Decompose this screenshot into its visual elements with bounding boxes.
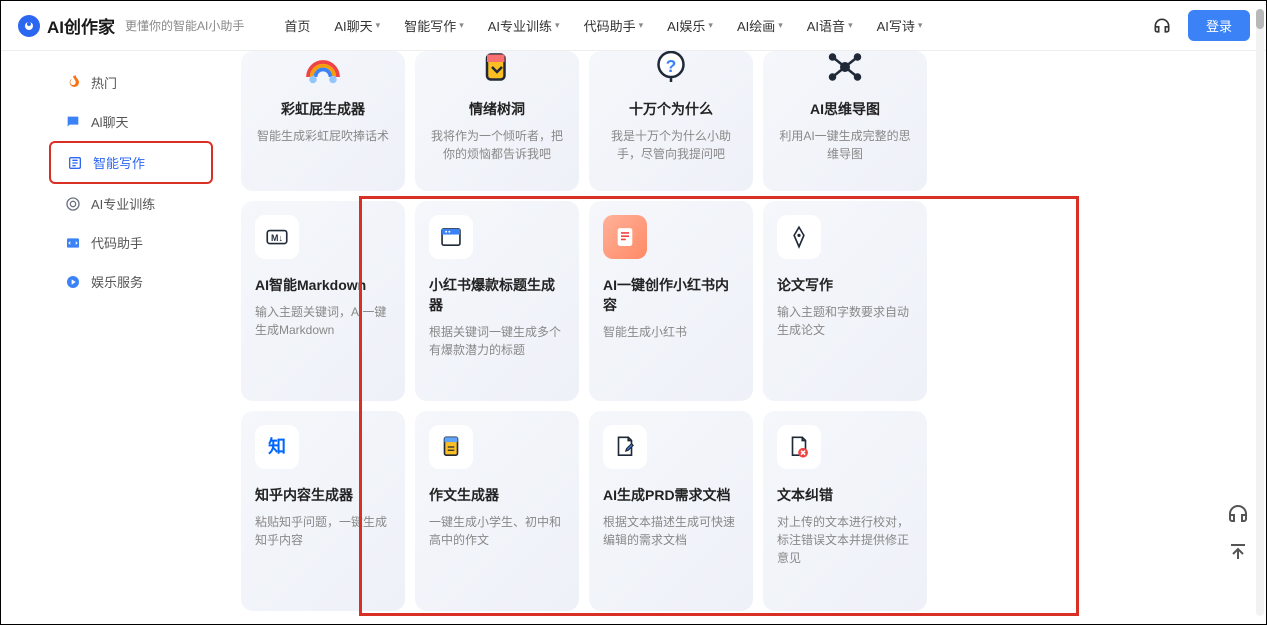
card-title: AI生成PRD需求文档 xyxy=(603,485,739,505)
card-title: AI思维导图 xyxy=(777,99,913,119)
sidebar-item-ai-training[interactable]: AI专业训练 xyxy=(49,184,213,223)
card-title: AI智能Markdown xyxy=(255,275,391,295)
edit-document-icon xyxy=(603,425,647,469)
svg-text:知: 知 xyxy=(267,436,286,457)
markdown-icon: M↓ xyxy=(255,215,299,259)
card-desc: 粘贴知乎问题，一键生成知乎内容 xyxy=(255,513,391,549)
sidebar-item-entertainment[interactable]: 娱乐服务 xyxy=(49,262,213,301)
vertical-scrollbar[interactable] xyxy=(1256,9,1264,616)
nav-ai-poetry[interactable]: AI写诗▾ xyxy=(877,16,923,35)
support-headset-icon[interactable] xyxy=(1226,502,1250,526)
nav-ai-training[interactable]: AI专业训练▾ xyxy=(488,16,560,35)
card-emotion-tree[interactable]: 情绪树洞 我将作为一个倾听者，把你的烦恼都告诉我吧 xyxy=(415,51,579,191)
sidebar-item-label: Al聊天 xyxy=(91,112,129,131)
fire-icon xyxy=(65,75,81,91)
note-icon xyxy=(603,215,647,259)
content-area: 彩虹屁生成器 智能生成彩虹屁吹捧话术 情绪树洞 我将作为一个倾听者，把你的烦恼都… xyxy=(221,51,1266,624)
card-rainbow-compliment[interactable]: 彩虹屁生成器 智能生成彩虹屁吹捧话术 xyxy=(241,51,405,191)
card-title: AI一键创作小红书内容 xyxy=(603,275,739,315)
card-desc: 根据文本描述生成可快速编辑的需求文档 xyxy=(603,513,739,549)
nav-smart-writing[interactable]: 智能写作▾ xyxy=(404,16,464,35)
sidebar-item-label: 智能写作 xyxy=(93,153,145,172)
question-icon: ? xyxy=(647,51,695,91)
chevron-down-icon: ▾ xyxy=(459,20,464,31)
app-tagline: 更懂你的智能AI小助手 xyxy=(125,17,244,34)
card-xiaohongshu-title[interactable]: 小红书爆款标题生成器 根据关键词一键生成多个有爆款潜力的标题 xyxy=(415,201,579,401)
sidebar-item-smart-writing[interactable]: 智能写作 xyxy=(49,141,213,184)
nav-ai-chat[interactable]: AI聊天▾ xyxy=(334,16,380,35)
pen-icon xyxy=(777,215,821,259)
card-title: 知乎内容生成器 xyxy=(255,485,391,505)
nav-ai-voice[interactable]: AI语音▾ xyxy=(807,16,853,35)
nav-home[interactable]: 首页 xyxy=(284,16,310,35)
card-essay-generator[interactable]: 作文生成器 一键生成小学生、初中和高中的作文 xyxy=(415,411,579,611)
top-nav: 首页 AI聊天▾ 智能写作▾ AI专业训练▾ 代码助手▾ AI娱乐▾ AI绘画▾… xyxy=(284,16,922,35)
sidebar-item-ai-chat[interactable]: Al聊天 xyxy=(49,102,213,141)
card-title: 十万个为什么 xyxy=(603,99,739,119)
card-desc: 我是十万个为什么小助手，尽管向我提问吧 xyxy=(603,127,739,163)
card-desc: 根据关键词一键生成多个有爆款潜力的标题 xyxy=(429,323,565,359)
chevron-down-icon: ▾ xyxy=(918,20,923,31)
chevron-down-icon: ▾ xyxy=(376,20,381,31)
card-text-correction[interactable]: 文本纠错 对上传的文本进行校对，标注错误文本并提供修正意见 xyxy=(763,411,927,611)
support-headset-icon[interactable] xyxy=(1152,16,1172,36)
card-hundred-thousand-whys[interactable]: ? 十万个为什么 我是十万个为什么小助手，尽管向我提问吧 xyxy=(589,51,753,191)
error-document-icon xyxy=(777,425,821,469)
zhihu-icon: 知 xyxy=(255,425,299,469)
training-icon xyxy=(65,196,81,212)
chevron-down-icon: ▾ xyxy=(708,20,713,31)
card-desc: 智能生成彩虹屁吹捧话术 xyxy=(255,127,391,145)
card-desc: 对上传的文本进行校对，标注错误文本并提供修正意见 xyxy=(777,513,913,567)
card-thesis-writing[interactable]: 论文写作 输入主题和字数要求自动生成论文 xyxy=(763,201,927,401)
card-desc: 输入主题和字数要求自动生成论文 xyxy=(777,303,913,339)
entertainment-icon xyxy=(65,274,81,290)
code-icon xyxy=(65,235,81,251)
nav-ai-drawing[interactable]: AI绘画▾ xyxy=(737,16,783,35)
sidebar: 热门 Al聊天 智能写作 AI专业训练 代码助手 娱乐服务 xyxy=(41,51,221,624)
cup-icon xyxy=(473,51,521,91)
writing-icon xyxy=(67,155,83,171)
card-desc: 一键生成小学生、初中和高中的作文 xyxy=(429,513,565,549)
card-markdown[interactable]: M↓ AI智能Markdown 输入主题关键词，AI一键生成Markdown xyxy=(241,201,405,401)
sidebar-item-label: 娱乐服务 xyxy=(91,272,143,291)
login-button[interactable]: 登录 xyxy=(1188,10,1250,41)
card-desc: 我将作为一个倾听者，把你的烦恼都告诉我吧 xyxy=(429,127,565,163)
card-desc: 输入主题关键词，AI一键生成Markdown xyxy=(255,303,391,339)
card-title: 情绪树洞 xyxy=(429,99,565,119)
chevron-down-icon: ▾ xyxy=(639,20,644,31)
app-logo-icon xyxy=(17,14,41,38)
scroll-to-top-icon[interactable] xyxy=(1226,540,1250,564)
window-icon xyxy=(429,215,473,259)
svg-text:M↓: M↓ xyxy=(271,233,283,243)
rainbow-icon xyxy=(299,51,347,91)
chevron-down-icon: ▾ xyxy=(778,20,783,31)
card-title: 论文写作 xyxy=(777,275,913,295)
sidebar-item-label: AI专业训练 xyxy=(91,194,155,213)
app-brand: AI创作家 xyxy=(47,13,115,38)
mindmap-icon xyxy=(821,51,869,91)
card-desc: 利用AI一键生成完整的思维导图 xyxy=(777,127,913,163)
card-zhihu-content[interactable]: 知 知乎内容生成器 粘贴知乎问题，一键生成知乎内容 xyxy=(241,411,405,611)
scrollbar-knob[interactable] xyxy=(1256,9,1264,29)
svg-text:?: ? xyxy=(666,56,677,76)
nav-ai-entertainment[interactable]: AI娱乐▾ xyxy=(667,16,713,35)
card-mindmap[interactable]: AI思维导图 利用AI一键生成完整的思维导图 xyxy=(763,51,927,191)
sidebar-item-code-helper[interactable]: 代码助手 xyxy=(49,223,213,262)
document-icon xyxy=(429,425,473,469)
sidebar-item-label: 代码助手 xyxy=(91,233,143,252)
card-title: 彩虹屁生成器 xyxy=(255,99,391,119)
card-title: 作文生成器 xyxy=(429,485,565,505)
chevron-down-icon: ▾ xyxy=(848,20,853,31)
card-title: 小红书爆款标题生成器 xyxy=(429,275,565,315)
card-prd-document[interactable]: AI生成PRD需求文档 根据文本描述生成可快速编辑的需求文档 xyxy=(589,411,753,611)
nav-code-helper[interactable]: 代码助手▾ xyxy=(584,16,644,35)
sidebar-item-hot[interactable]: 热门 xyxy=(49,63,213,102)
card-xiaohongshu-content[interactable]: AI一键创作小红书内容 智能生成小红书 xyxy=(589,201,753,401)
card-title: 文本纠错 xyxy=(777,485,913,505)
chevron-down-icon: ▾ xyxy=(555,20,560,31)
sidebar-item-label: 热门 xyxy=(91,73,117,92)
chat-icon xyxy=(65,114,81,130)
card-desc: 智能生成小红书 xyxy=(603,323,739,341)
